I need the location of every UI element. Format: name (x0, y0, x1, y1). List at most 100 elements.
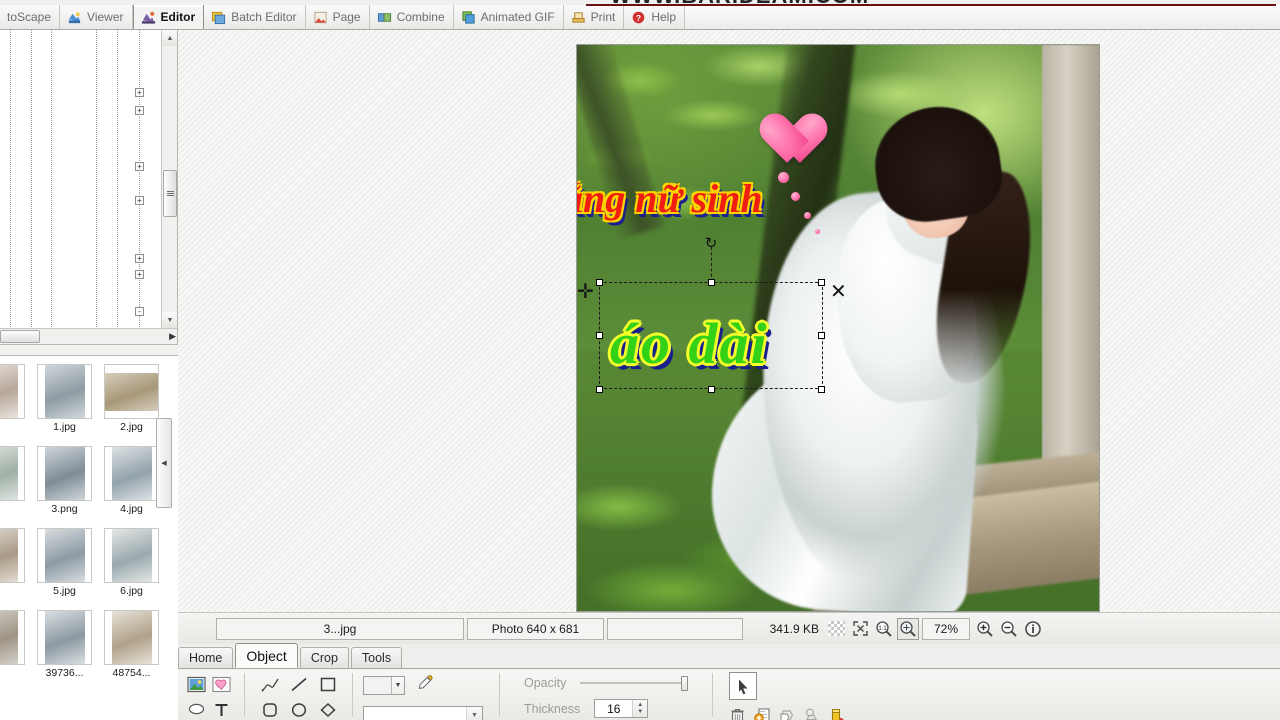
bottom-tab-crop[interactable]: Crop (299, 647, 349, 668)
resize-handle-n[interactable] (708, 279, 715, 286)
delete-object-icon[interactable]: ✕ (830, 282, 847, 302)
select-tool-button[interactable] (729, 672, 758, 700)
tab-batch-editor[interactable]: Batch Editor (204, 5, 306, 29)
thumbnail-image[interactable] (37, 528, 92, 583)
tab-toscape[interactable]: toScape (0, 5, 61, 29)
resize-handle-se[interactable] (818, 386, 825, 393)
thumbnail-item[interactable]: 2.jpg (100, 364, 163, 433)
freehand-line-button[interactable] (255, 672, 284, 697)
photo-canvas[interactable]: ắng nữ sinh áo dài ↻ ✛ ✕ (576, 44, 1100, 612)
rotate-handle-icon[interactable]: ↻ (702, 235, 720, 253)
bring-forward-button[interactable] (779, 707, 796, 720)
tree-expander[interactable]: + (135, 106, 144, 115)
ellipse-button[interactable] (284, 697, 313, 720)
insert-balloon-button[interactable] (184, 697, 209, 720)
opacity-slider[interactable] (580, 675, 689, 691)
thumbnail-image[interactable] (104, 528, 159, 583)
tree-horizontal-scrollbar[interactable]: ▶ (0, 328, 177, 344)
thumbnail-image[interactable] (0, 610, 25, 665)
insert-icon-button[interactable] (209, 672, 234, 697)
trash-button[interactable] (729, 707, 746, 720)
thumbnail-item[interactable]: 3.png (33, 446, 96, 515)
resize-handle-sw[interactable] (596, 386, 603, 393)
polygon-button[interactable] (313, 697, 342, 720)
rectangle-button[interactable] (313, 672, 342, 697)
folder-tree-panel[interactable]: + + + + + + - + ▲ ▼ ▶ (0, 30, 178, 345)
chevron-down-icon[interactable]: ▼ (391, 676, 404, 694)
opacity-slider-knob[interactable] (681, 675, 689, 691)
paint-bucket-button[interactable] (829, 707, 846, 720)
insert-text-button[interactable] (209, 697, 234, 720)
tab-print[interactable]: Print (563, 5, 625, 29)
rounded-rectangle-button[interactable] (255, 697, 284, 720)
thumbnail-image[interactable] (104, 446, 159, 501)
thumbnail-item[interactable] (0, 446, 29, 515)
thumbnail-panel-collapse-handle[interactable]: ◀ (156, 418, 172, 508)
zoom-out-button[interactable] (998, 618, 1020, 640)
thumbnail-image[interactable] (37, 610, 92, 665)
editor-canvas-area[interactable]: ắng nữ sinh áo dài ↻ ✛ ✕ (178, 30, 1280, 612)
info-button[interactable] (1022, 618, 1044, 640)
thumbnail-image[interactable] (37, 364, 92, 419)
tab-editor[interactable]: Editor (132, 5, 205, 29)
scroll-down-arrow[interactable]: ▼ (162, 312, 177, 328)
chevron-down-icon[interactable]: ▼ (466, 707, 482, 720)
thumbnail-item[interactable] (0, 528, 29, 597)
font-family-dropdown[interactable]: ▼ (363, 706, 483, 720)
tree-expander[interactable]: + (135, 270, 144, 279)
transparency-toggle-button[interactable] (825, 618, 847, 640)
zoom-fit-button[interactable] (897, 617, 919, 640)
thumbnail-browser[interactable]: g 1.jpg 2.jpg 3.png 4.jpg 5.jpg 6.jpg 39736... 4… (0, 355, 178, 720)
thumbnail-image[interactable] (104, 610, 159, 665)
thumbnail-image[interactable] (37, 446, 92, 501)
zoom-in-button[interactable] (974, 618, 996, 640)
zoom-100-button[interactable]: 1:1 (873, 618, 895, 640)
tree-expander[interactable]: + (135, 88, 144, 97)
insert-photo-button[interactable] (184, 672, 209, 697)
color-picker-dropdown[interactable]: ▼ (363, 675, 405, 695)
eyedropper-button[interactable] (416, 673, 436, 697)
bottom-tab-object[interactable]: Object (235, 643, 298, 668)
resize-handle-s[interactable] (708, 386, 715, 393)
text-object-top[interactable]: ắng nữ sinh (577, 175, 763, 222)
tab-animated-gif[interactable]: Animated GIF (453, 5, 564, 29)
thumbnail-item[interactable]: 5.jpg (33, 528, 96, 597)
resize-handle-w[interactable] (596, 332, 603, 339)
hscroll-right-arrow[interactable]: ▶ (169, 331, 176, 342)
tree-expander[interactable]: + (135, 196, 144, 205)
resize-handle-e[interactable] (818, 332, 825, 339)
tab-combine[interactable]: Combine (369, 5, 454, 29)
thumbnail-image[interactable] (0, 528, 25, 583)
tree-expander[interactable]: - (135, 307, 144, 316)
object-selection-box[interactable] (599, 282, 823, 389)
tab-page[interactable]: Page (305, 5, 370, 29)
hscroll-thumb[interactable] (0, 330, 40, 343)
thumbnail-item[interactable]: 6.jpg (100, 528, 163, 597)
line-button[interactable] (284, 672, 313, 697)
scroll-up-arrow[interactable]: ▲ (162, 30, 177, 46)
bottom-tab-home[interactable]: Home (178, 647, 234, 668)
stepper-arrows[interactable]: ▲ ▼ (632, 700, 648, 717)
duplicate-button[interactable] (754, 707, 771, 720)
scroll-thumb[interactable] (163, 170, 177, 217)
thumbnail-item[interactable] (0, 610, 29, 679)
thumbnail-image[interactable] (104, 364, 159, 419)
tree-expander[interactable]: + (135, 254, 144, 263)
move-handle-icon[interactable]: ✛ (577, 282, 594, 302)
resize-handle-nw[interactable] (596, 279, 603, 286)
thumbnail-item[interactable]: 1.jpg (33, 364, 96, 433)
thumbnail-item[interactable]: 4.jpg (100, 446, 163, 515)
fullscreen-button[interactable] (849, 618, 871, 640)
resize-handle-ne[interactable] (818, 279, 825, 286)
zoom-level-field[interactable]: 72% (922, 617, 970, 640)
thickness-stepper[interactable]: 16 ▲ ▼ (594, 699, 649, 718)
thumbnail-item[interactable]: g (0, 364, 29, 433)
heart-sticker-icon[interactable] (749, 90, 809, 144)
tab-help[interactable]: ? Help (624, 5, 686, 29)
thumbnail-item[interactable]: 48754... (100, 610, 163, 679)
tree-vertical-scrollbar[interactable]: ▲ ▼ (161, 30, 177, 328)
tab-viewer[interactable]: Viewer (60, 5, 133, 29)
thumbnail-item[interactable]: 39736... (33, 610, 96, 679)
bottom-tab-tools[interactable]: Tools (350, 647, 403, 668)
group-button[interactable] (804, 707, 821, 720)
